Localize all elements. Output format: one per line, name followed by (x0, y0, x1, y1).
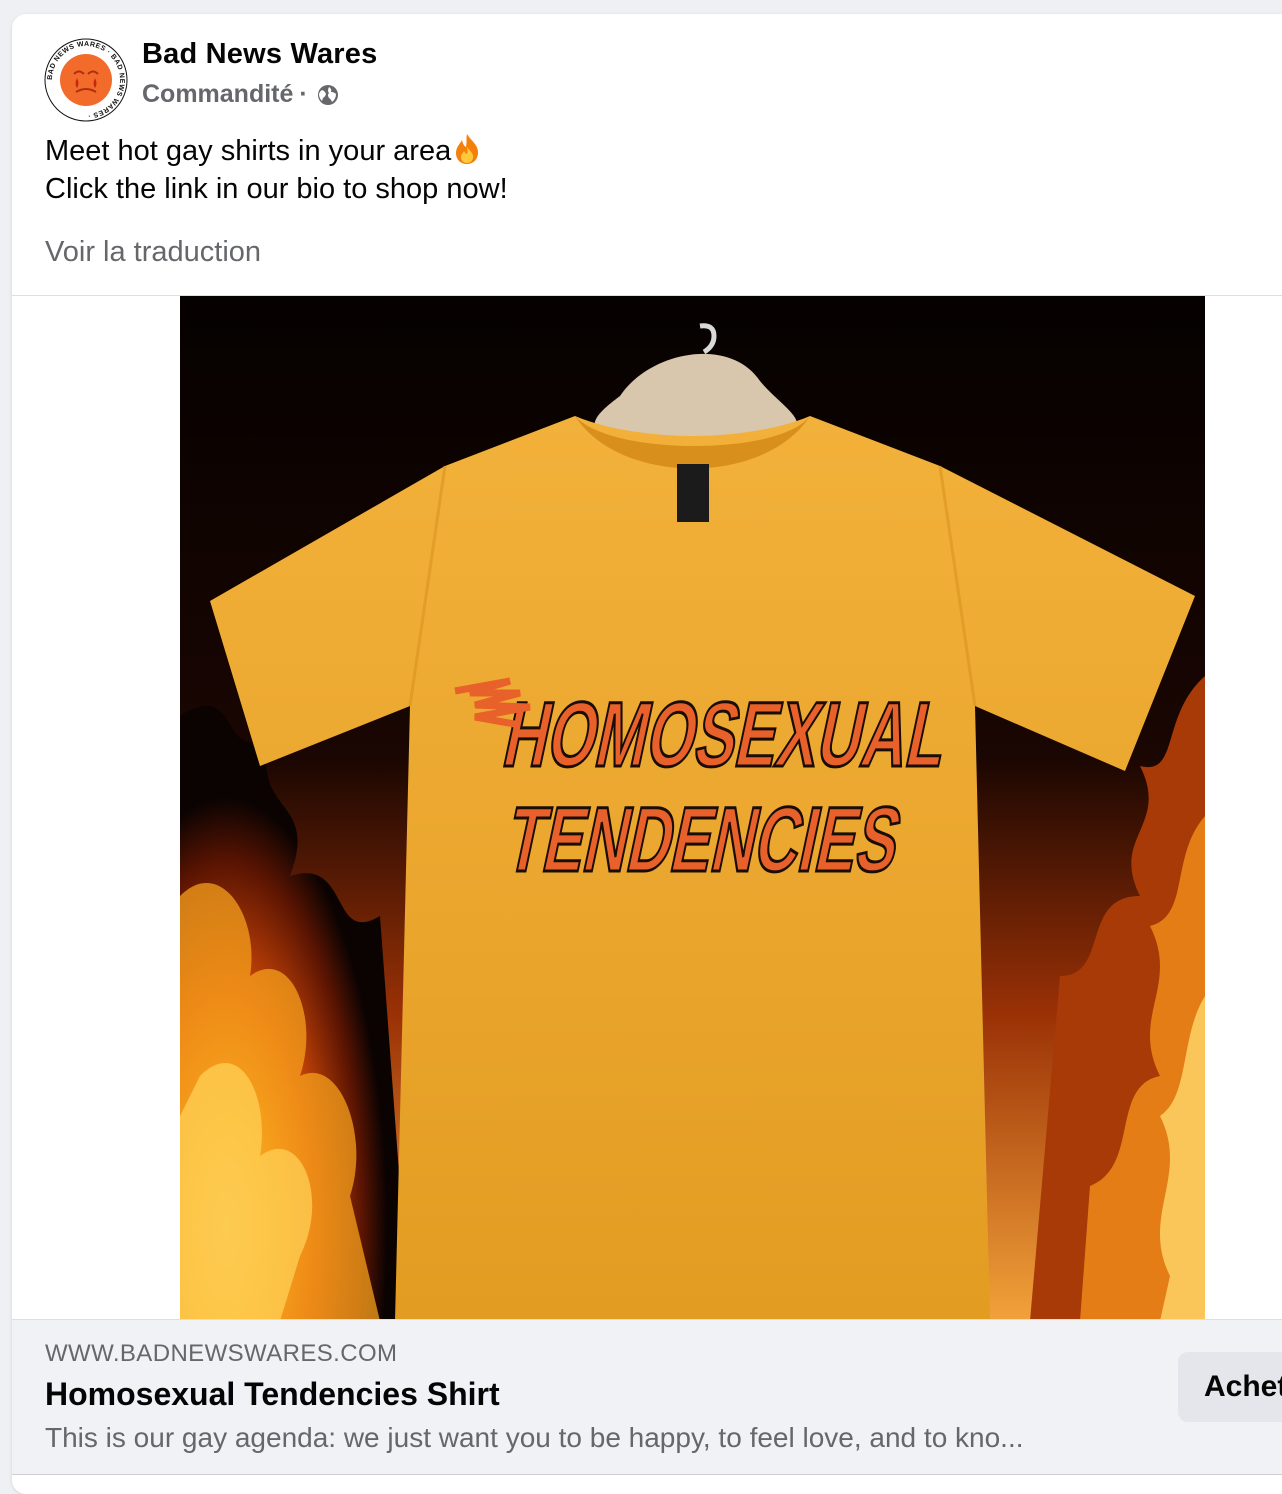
link-preview[interactable]: WWW.BADNEWSWARES.COM Homosexual Tendenci… (12, 1319, 1282, 1475)
shirt-print-line-2: TENDENCIES (499, 788, 911, 891)
post-meta: Commandité · (142, 80, 340, 109)
link-description: This is our gay agenda: we just want you… (45, 1422, 1024, 1453)
ad-media[interactable]: HOMOSEXUAL TENDENCIES (12, 295, 1282, 1321)
post-body: Meet hot gay shirts in your area Click t… (45, 132, 508, 208)
shirt-print-line-1: HOMOSEXUAL (496, 683, 958, 786)
see-translation-link[interactable]: Voir la traduction (45, 236, 261, 269)
bad-news-wares-logo: BAD NEWS WARES · BAD NEWS WARES · (44, 38, 128, 122)
fire-emoji-icon (453, 133, 481, 165)
sponsored-post-card: BAD NEWS WARES · BAD NEWS WARES · Bad Ne… (12, 14, 1282, 1494)
meta-separator: · (299, 80, 308, 108)
card-footer-divider (12, 1474, 1282, 1494)
page-avatar[interactable]: BAD NEWS WARES · BAD NEWS WARES · (44, 38, 128, 122)
link-title[interactable]: Homosexual Tendencies Shirt (45, 1376, 500, 1413)
shop-now-button[interactable]: Achet (1178, 1352, 1282, 1422)
page-name-link[interactable]: Bad News Wares (142, 38, 377, 71)
globe-icon[interactable] (316, 83, 340, 107)
post-text-line-2: Click the link in our bio to shop now! (45, 173, 508, 205)
link-domain: WWW.BADNEWSWARES.COM (45, 1340, 398, 1367)
post-text-line-1-text: Meet hot gay shirts in your area (45, 135, 452, 167)
shirt-product-image: HOMOSEXUAL TENDENCIES (180, 296, 1205, 1321)
sponsored-label[interactable]: Commandité (142, 80, 293, 109)
post-text-line-1: Meet hot gay shirts in your area (45, 132, 508, 170)
